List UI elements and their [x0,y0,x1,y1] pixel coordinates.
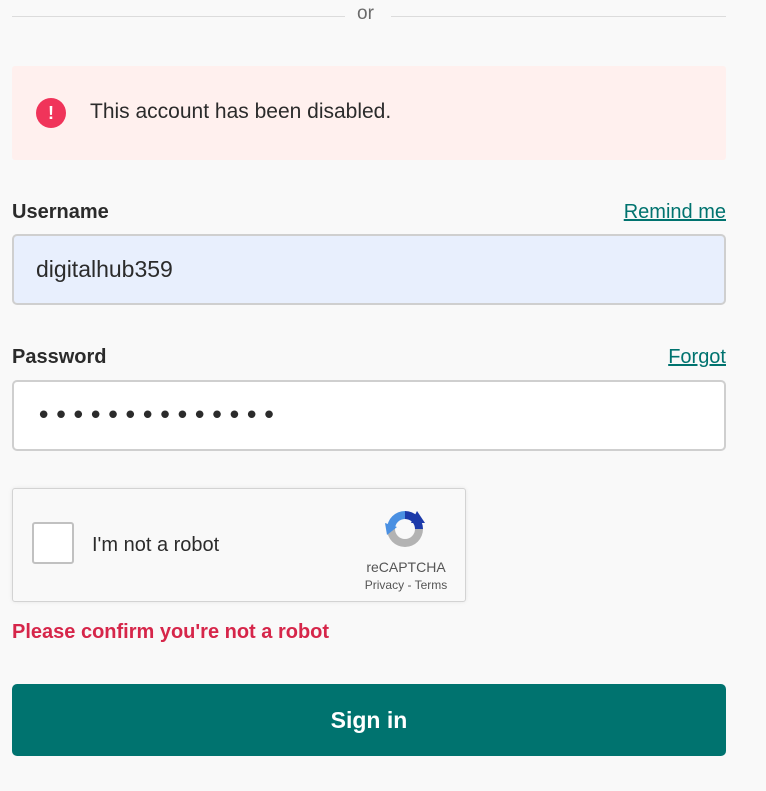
not-a-robot-checkbox[interactable] [32,522,74,564]
password-label-row: Password Forgot [12,346,726,374]
username-label-row: Username Remind me [12,201,726,229]
recaptcha-privacy-link[interactable]: Privacy [365,578,404,592]
recaptcha-logo-icon [385,511,425,547]
recaptcha-links-separator: - [407,578,412,592]
password-label: Password [12,346,107,368]
recaptcha-links: Privacy - Terms [355,578,457,592]
remind-me-link[interactable]: Remind me [624,201,726,224]
username-label: Username [12,201,109,223]
exclamation-icon: ! [36,98,66,128]
not-a-robot-label: I'm not a robot [92,534,220,556]
password-input[interactable] [14,382,724,449]
captcha-error-message: Please confirm you're not a robot [12,621,330,643]
login-form: or ! This account has been disabled. Use… [0,0,766,791]
recaptcha-widget: I'm not a robot reCAPTCHA Privacy - Term… [12,488,466,602]
forgot-password-link[interactable]: Forgot [668,346,726,369]
recaptcha-terms-link[interactable]: Terms [415,578,448,592]
or-text: or [357,3,374,24]
recaptcha-brand: reCAPTCHA [366,559,446,575]
error-alert: ! This account has been disabled. [12,66,726,160]
divider-line-left [12,16,345,17]
sign-in-button[interactable]: Sign in [12,684,726,756]
alert-message: This account has been disabled. [90,100,392,123]
username-field-wrapper [12,234,726,305]
or-divider: or [12,0,726,28]
username-input[interactable] [14,236,724,303]
divider-line-right [391,16,726,17]
password-field-wrapper [12,380,726,451]
